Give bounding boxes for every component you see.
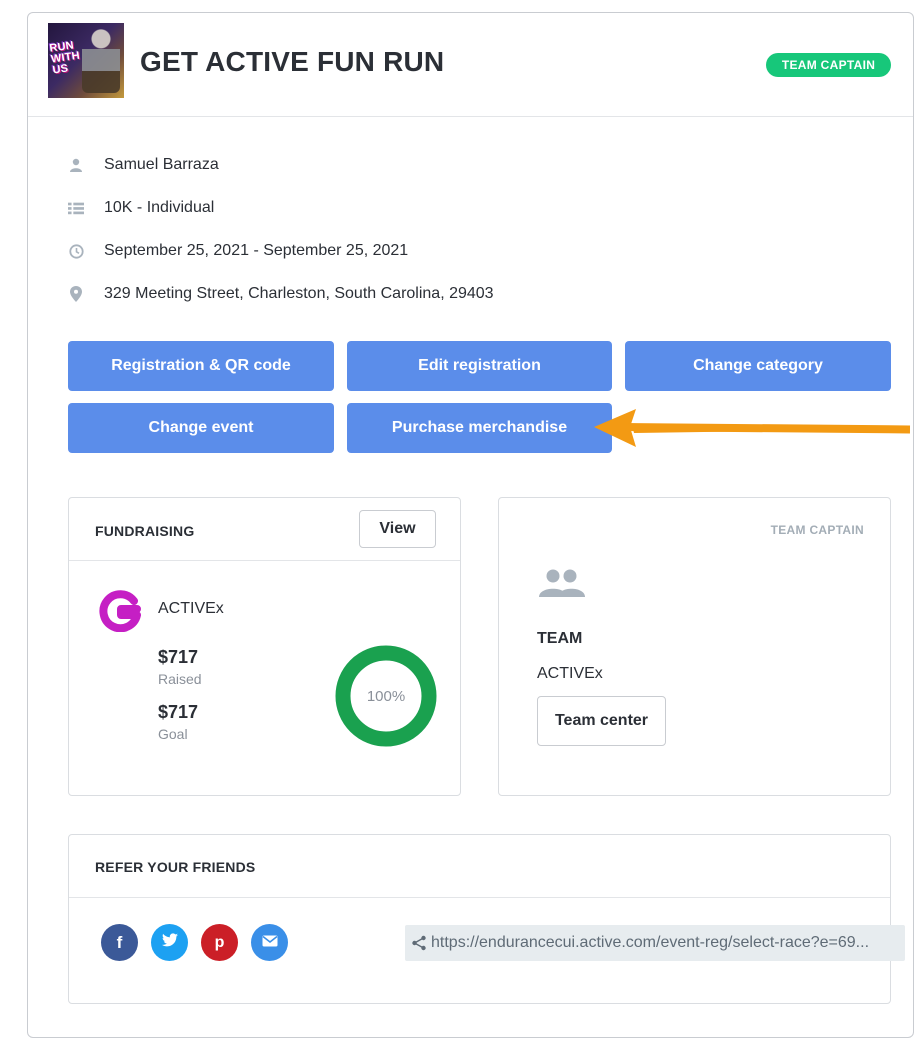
edit-registration-button[interactable]: Edit registration <box>347 341 612 391</box>
facebook-icon: f <box>116 932 123 952</box>
team-center-button[interactable]: Team center <box>537 696 666 746</box>
purchase-merchandise-button[interactable]: Purchase merchandise <box>347 403 612 453</box>
participant-name: Samuel Barraza <box>104 156 219 173</box>
activex-logo-icon <box>99 590 141 633</box>
share-url-text: https://endurancecui.active.com/event-re… <box>431 934 870 951</box>
event-header: RUN WITH US GET ACTIVE FUN RUN TEAM CAPT… <box>28 13 913 117</box>
team-heading: TEAM <box>537 630 583 647</box>
address-row: 329 Meeting Street, Charleston, South Ca… <box>68 283 494 305</box>
event-thumbnail: RUN WITH US <box>48 23 124 98</box>
raised-label: Raised <box>158 671 202 687</box>
envelope-icon <box>262 934 278 952</box>
fundraising-title: FUNDRAISING <box>95 523 195 539</box>
map-pin-icon <box>68 286 84 302</box>
team-panel: TEAM CAPTAIN TEAM ACTIVEx Team center <box>498 497 891 796</box>
runner-figure <box>82 27 120 93</box>
fundraising-panel: FUNDRAISING View ACTIVEx $717 Raised $71… <box>68 497 461 796</box>
annotation-arrow-icon <box>594 409 911 447</box>
team-users-icon <box>537 566 587 606</box>
panel-divider <box>69 897 890 898</box>
pinterest-share-button[interactable]: p <box>201 924 238 961</box>
fundraising-org-name: ACTIVEx <box>158 600 224 617</box>
team-name: ACTIVEx <box>537 665 603 682</box>
twitter-icon <box>161 933 178 952</box>
list-icon <box>68 200 84 216</box>
category-text: 10K - Individual <box>104 199 215 216</box>
goal-amount: $717 <box>158 702 199 722</box>
clock-icon <box>68 243 84 259</box>
raised-amount: $717 <box>158 647 199 667</box>
role-badge: TEAM CAPTAIN <box>766 53 891 77</box>
refer-title: REFER YOUR FRIENDS <box>95 859 256 875</box>
person-icon <box>68 157 84 173</box>
pinterest-icon: p <box>214 933 225 951</box>
panel-divider <box>69 560 460 561</box>
dates-text: September 25, 2021 - September 25, 2021 <box>104 242 409 259</box>
progress-ring: 100% <box>335 645 437 747</box>
share-icon <box>411 935 427 951</box>
change-category-button[interactable]: Change category <box>625 341 891 391</box>
address-text: 329 Meeting Street, Charleston, South Ca… <box>104 285 494 302</box>
refer-panel: REFER YOUR FRIENDS f p https://endurance… <box>68 834 905 1004</box>
goal-label: Goal <box>158 726 188 742</box>
progress-label: 100% <box>366 687 406 705</box>
category-row: 10K - Individual <box>68 197 214 219</box>
fundraising-view-button[interactable]: View <box>359 510 436 548</box>
participant-row: Samuel Barraza <box>68 154 219 176</box>
twitter-share-button[interactable] <box>151 924 188 961</box>
event-title: GET ACTIVE FUN RUN <box>140 46 445 77</box>
dates-row: September 25, 2021 - September 25, 2021 <box>68 240 408 262</box>
team-role-label: TEAM CAPTAIN <box>770 523 864 537</box>
registration-qr-button[interactable]: Registration & QR code <box>68 341 334 391</box>
facebook-share-button[interactable]: f <box>101 924 138 961</box>
share-url-field[interactable]: https://endurancecui.active.com/event-re… <box>405 925 905 961</box>
change-event-button[interactable]: Change event <box>68 403 334 453</box>
registration-card: RUN WITH US GET ACTIVE FUN RUN TEAM CAPT… <box>27 12 914 1038</box>
email-share-button[interactable] <box>251 924 288 961</box>
